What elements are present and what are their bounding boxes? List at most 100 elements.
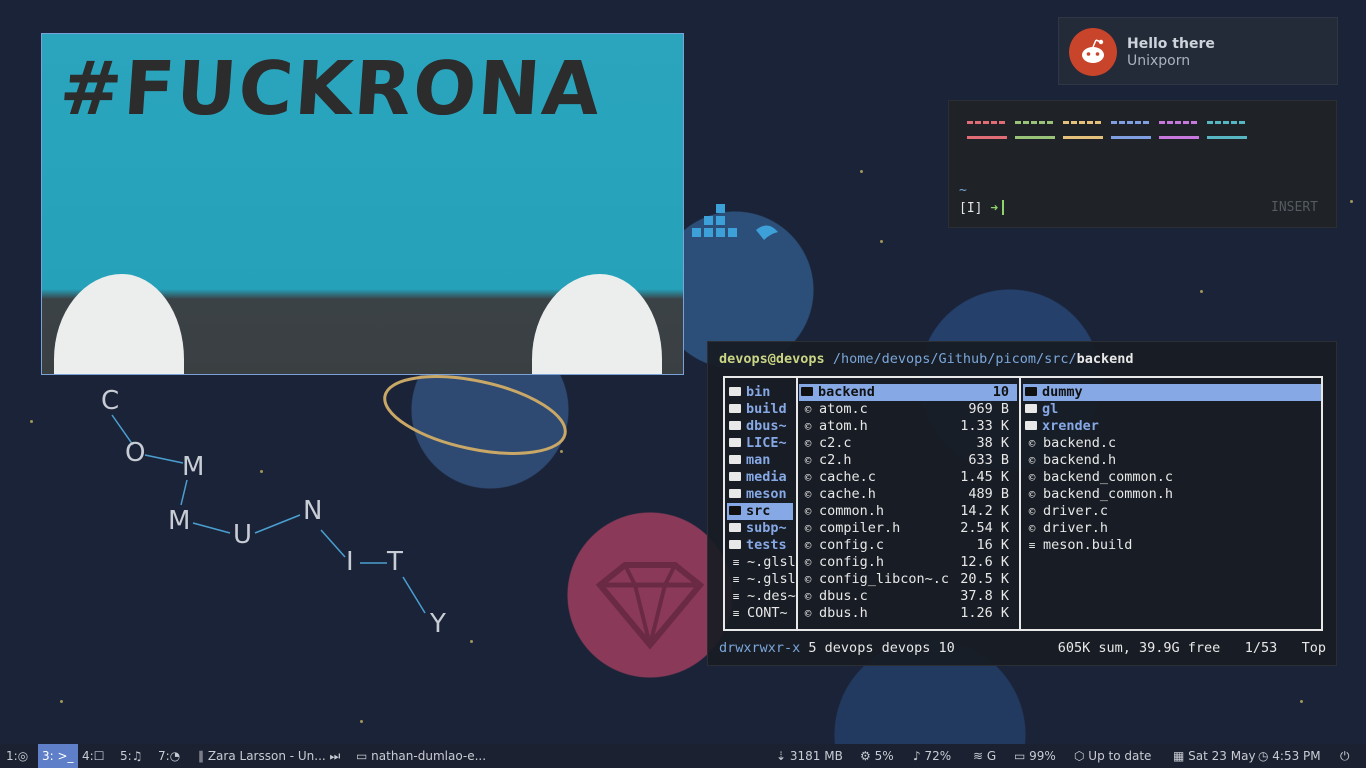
c-file-icon: © — [804, 539, 812, 552]
file-entry[interactable]: ≡ ~.glsl — [727, 571, 796, 588]
entry-name: driver.c — [1043, 503, 1109, 519]
file-entry[interactable]: © atom.c 969 B — [799, 401, 1017, 418]
file-entry[interactable]: © config.h 12.6 K — [799, 554, 1017, 571]
terminal-icon: >_ — [53, 749, 74, 763]
directory-entry[interactable]: media — [727, 469, 793, 486]
color-swatch-dashed — [1207, 121, 1247, 124]
active-window[interactable]: ▭ nathan-dumlao-e... — [356, 744, 486, 768]
wifi-module[interactable]: ≋ G — [973, 744, 996, 768]
file-entry[interactable]: © backend_common.c — [1023, 469, 1321, 486]
directory-entry[interactable]: dummy — [1023, 384, 1321, 401]
folder-icon — [1025, 387, 1037, 396]
file-entry[interactable]: ≡ ~.glsl — [727, 554, 796, 571]
directory-entry[interactable]: dbus~ — [727, 418, 793, 435]
c-file-icon: © — [1028, 454, 1036, 467]
workspace-label: 7: — [158, 749, 170, 763]
entry-name: gl — [1042, 401, 1059, 417]
color-palette — [967, 121, 1247, 139]
directory-entry[interactable]: src — [727, 503, 793, 520]
folder-icon — [729, 472, 741, 481]
notification-popup[interactable]: Hello there Unixporn — [1058, 17, 1338, 85]
file-entry[interactable]: ≡ ~.des~ — [727, 588, 796, 605]
text-file-icon: ≡ — [732, 590, 740, 603]
file-entry[interactable]: ≡ meson.build — [1023, 537, 1321, 554]
memory-module: ⇣ 3181 MB — [776, 744, 843, 768]
file-entry[interactable]: © backend.h — [1023, 452, 1321, 469]
entry-name: media — [746, 469, 787, 485]
entry-size: 633 B — [968, 452, 1009, 468]
text-file-icon: ≡ — [732, 573, 740, 586]
file-entry[interactable]: © driver.c — [1023, 503, 1321, 520]
workspace-3[interactable]: 3: >_ — [38, 744, 78, 768]
file-entry[interactable]: ≡ CONT~ — [727, 605, 793, 622]
ranger-header: devops@devops /home/devops/Github/picom/… — [719, 351, 1134, 367]
clock-module[interactable]: ◷ 4:53 PM — [1258, 744, 1321, 768]
date-module[interactable]: ▦ Sat 23 May — [1173, 744, 1256, 768]
directory-entry[interactable]: subp~ — [727, 520, 793, 537]
file-entry[interactable]: © dbus.h 1.26 K — [799, 605, 1017, 622]
community-letter: C — [101, 386, 120, 416]
workspace-4[interactable]: 4:☐ — [78, 744, 108, 768]
memory-icon: ⇣ — [776, 749, 790, 763]
current-column[interactable]: backend 10 © atom.c 969 B © atom.h 1.33 K © c2.c 3… — [799, 384, 1017, 622]
entry-size: 489 B — [968, 486, 1009, 502]
folder-icon — [1025, 404, 1037, 413]
directory-entry[interactable]: backend 10 — [799, 384, 1017, 401]
file-entry[interactable]: © cache.h 489 B — [799, 486, 1017, 503]
file-entry[interactable]: © config.c 16 K — [799, 537, 1017, 554]
file-entry[interactable]: © atom.h 1.33 K — [799, 418, 1017, 435]
power-icon[interactable]: ⏻ — [1340, 744, 1350, 768]
terminal-prompt[interactable]: [I] ➜ — [959, 200, 1005, 216]
star — [1300, 700, 1303, 703]
c-file-icon: © — [1028, 505, 1036, 518]
file-entry[interactable]: © driver.h — [1023, 520, 1321, 537]
time-value: 4:53 PM — [1272, 749, 1321, 763]
file-entry[interactable]: © c2.c 38 K — [799, 435, 1017, 452]
file-entry[interactable]: © c2.h 633 B — [799, 452, 1017, 469]
ranger-window[interactable]: devops@devops /home/devops/Github/picom/… — [707, 341, 1337, 666]
directory-entry[interactable]: build — [727, 401, 793, 418]
entry-size: 1.45 K — [960, 469, 1009, 485]
file-entry[interactable]: © cache.c 1.45 K — [799, 469, 1017, 486]
workspace-label: 3: — [42, 749, 54, 763]
terminal-window[interactable]: ~ [I] ➜ INSERT — [948, 100, 1337, 228]
directory-entry[interactable]: LICE~ — [727, 435, 793, 452]
entry-name: config_libcon~.c — [819, 571, 950, 587]
cpu-module: ⚙ 5% — [860, 744, 894, 768]
file-entry[interactable]: © common.h 14.2 K — [799, 503, 1017, 520]
c-file-icon: © — [804, 488, 812, 501]
updates-module[interactable]: ⬡ Up to date — [1074, 744, 1151, 768]
workspace-1[interactable]: 1:◎ — [2, 744, 32, 768]
text-file-icon: ≡ — [1028, 539, 1036, 552]
entry-size: 38 K — [976, 435, 1009, 451]
directory-entry[interactable]: meson — [727, 486, 793, 503]
music-icon: ♫ — [131, 749, 143, 763]
directory-entry[interactable]: gl — [1023, 401, 1321, 418]
parent-column[interactable]: bin build dbus~ LICE~ man media meson src subp~ t… — [727, 384, 796, 622]
next-track-icon[interactable]: ⏭ — [326, 749, 341, 763]
directory-entry[interactable]: tests — [727, 537, 793, 554]
file-entry[interactable]: © dbus.c 37.8 K — [799, 588, 1017, 605]
media-player[interactable]: ∥ Zara Larsson - Un... ⏭ — [198, 744, 340, 768]
file-entry[interactable]: © backend_common.h — [1023, 486, 1321, 503]
volume-module[interactable]: ♪ 72% — [913, 744, 951, 768]
star — [1200, 290, 1203, 293]
entry-name: xrender — [1042, 418, 1099, 434]
directory-entry[interactable]: xrender — [1023, 418, 1321, 435]
column-divider — [1019, 378, 1021, 629]
user-host: devops@devops — [719, 351, 825, 367]
workspace-5[interactable]: 5:♫ — [116, 744, 146, 768]
directory-entry[interactable]: bin — [727, 384, 793, 401]
directory-entry[interactable]: man — [727, 452, 793, 469]
entry-name: c2.h — [819, 452, 852, 468]
file-entry[interactable]: © config_libcon~.c 20.5 K — [799, 571, 1017, 588]
workspace-7[interactable]: 7:◔ — [154, 744, 184, 768]
color-swatch — [1207, 136, 1247, 139]
wifi-icon: ≋ — [973, 749, 987, 763]
terminal-cwd: ~ — [959, 183, 967, 198]
image-viewer-window[interactable]: #FUCKRONA — [41, 33, 684, 375]
file-entry[interactable]: © backend.c — [1023, 435, 1321, 452]
preview-column[interactable]: dummy gl xrender © backend.c © backend.h © backe… — [1023, 384, 1321, 554]
file-entry[interactable]: © compiler.h 2.54 K — [799, 520, 1017, 537]
entry-size: 14.2 K — [960, 503, 1009, 519]
